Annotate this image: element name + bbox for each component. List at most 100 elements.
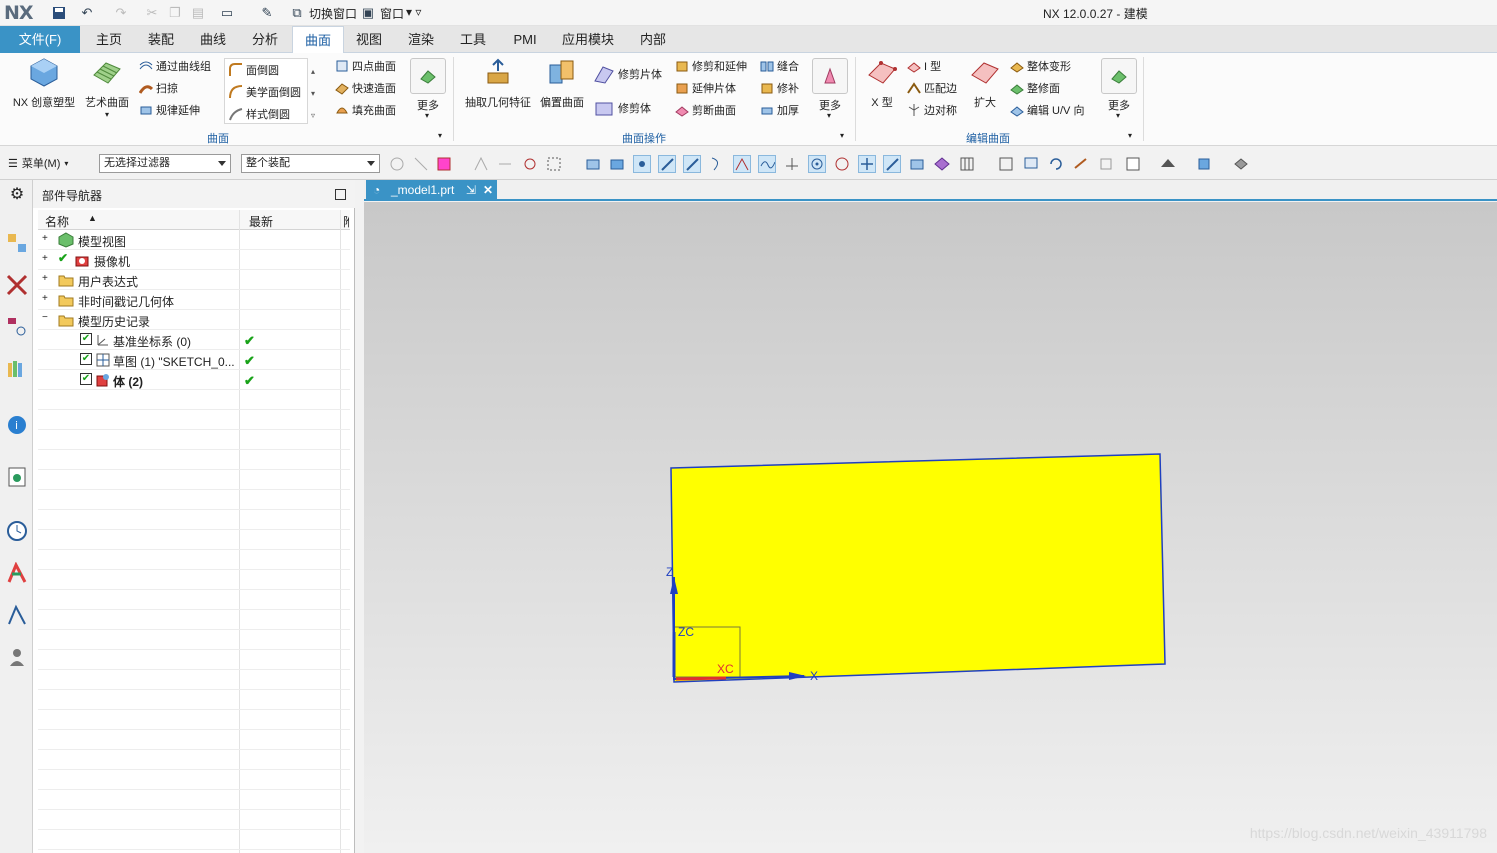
tree-item-body[interactable]: ✔ 体 (2) ✔ <box>38 370 350 390</box>
trim-sheet-button[interactable]: 修剪片体 <box>593 63 662 85</box>
thicken-button[interactable]: 加厚 <box>760 102 799 118</box>
patch-button[interactable]: 修补 <box>760 80 799 96</box>
surface-ops-more-button[interactable] <box>812 58 848 94</box>
maximize-icon[interactable] <box>335 189 346 200</box>
history-icon[interactable] <box>6 520 28 542</box>
expand-icon[interactable]: + <box>42 293 48 304</box>
tree-item-datum-csys[interactable]: ✔ 基准坐标系 (0) ✔ <box>38 330 350 350</box>
orient-view-icon[interactable] <box>1159 155 1177 173</box>
law-extension-button[interactable]: 规律延伸 <box>139 102 200 118</box>
tab-assembly[interactable]: 装配 <box>138 26 184 53</box>
refit-face-button[interactable]: 整修面 <box>1010 80 1060 96</box>
tree-item-user-expressions[interactable]: + 用户表达式 <box>38 270 350 290</box>
edit-uv-button[interactable]: 编辑 U/V 向 <box>1010 102 1084 118</box>
fill-surface-button[interactable]: 填充曲面 <box>335 102 396 118</box>
aesthetic-blend-button[interactable]: 美学面倒圆 <box>229 84 301 100</box>
tab-view[interactable]: 视图 <box>346 26 392 53</box>
trim-extend-button[interactable]: 修剪和延伸 <box>675 58 747 74</box>
system-materials-icon[interactable] <box>6 562 28 584</box>
tab-application[interactable]: 应用模块 <box>554 26 622 53</box>
more-dropdown-icon[interactable]: ▾ <box>1116 111 1120 120</box>
rapid-surfacing-button[interactable]: 快速造面 <box>335 80 396 96</box>
extract-geometry-button[interactable]: 抽取几何特征 <box>462 57 534 110</box>
column-latest-header[interactable]: 最新 <box>249 213 273 230</box>
select-feature-icon[interactable] <box>412 155 430 173</box>
tab-render[interactable]: 渲染 <box>398 26 444 53</box>
graphics-window[interactable]: Z ZC XC X <box>364 202 1497 853</box>
select-edge-icon[interactable] <box>496 155 514 173</box>
file-menu-button[interactable]: 文件(F) <box>0 26 80 53</box>
sort-ascending-icon[interactable]: ▲ <box>88 213 97 223</box>
snap-on-curve-icon[interactable] <box>883 155 901 173</box>
edge-symmetry-button[interactable]: 边对称 <box>907 102 957 118</box>
edit-section-icon[interactable] <box>1196 155 1214 173</box>
offset-surface-button[interactable]: 偏置曲面 <box>536 57 588 110</box>
column-name-header[interactable]: 名称 <box>45 213 69 230</box>
sew-button[interactable]: 缝合 <box>760 58 799 74</box>
selection-scope-select[interactable]: 整个装配 <box>241 154 380 173</box>
snap-mid-icon[interactable] <box>683 155 701 173</box>
snap-icon[interactable] <box>388 155 406 173</box>
i-form-button[interactable]: I 型 <box>907 58 941 74</box>
close-icon[interactable]: ✕ <box>483 180 493 201</box>
sheet-body[interactable] <box>670 453 1166 683</box>
web-browser-icon[interactable] <box>6 466 28 488</box>
snap-intersection-icon[interactable] <box>733 155 751 173</box>
group-expand-icon[interactable]: ▾ <box>438 131 442 140</box>
assembly-navigator-icon[interactable] <box>6 232 28 254</box>
tab-analysis[interactable]: 分析 <box>242 26 288 53</box>
snap-end-icon[interactable] <box>658 155 676 173</box>
menu-button[interactable]: ☰ 菜单(M) ▾ <box>8 155 68 171</box>
snap-on-face-icon[interactable] <box>908 155 926 173</box>
tab-internal[interactable]: 内部 <box>630 26 676 53</box>
snap-bounded-icon[interactable] <box>933 155 951 173</box>
x-form-button[interactable]: X 型 <box>862 57 902 110</box>
tab-pmi[interactable]: PMI <box>502 26 548 53</box>
expand-icon[interactable]: + <box>42 273 48 284</box>
tree-item-sketch[interactable]: ✔ 草图 (1) "SKETCH_0... ✔ <box>38 350 350 370</box>
snap-point-icon[interactable] <box>633 155 651 173</box>
snap-grid-icon[interactable] <box>958 155 976 173</box>
visibility-checkbox[interactable]: ✔ <box>80 333 92 345</box>
switch-window-button[interactable]: 切换窗口 <box>309 5 357 22</box>
view-fit-icon[interactable] <box>997 155 1015 173</box>
tree-item-cameras[interactable]: + ✔ 摄像机 <box>38 250 350 270</box>
visibility-checkbox[interactable]: ✔ <box>80 373 92 385</box>
roles-icon[interactable] <box>6 646 28 668</box>
tree-item-model-history[interactable]: − 模型历史记录 <box>38 310 350 330</box>
select-solid-icon[interactable] <box>584 155 602 173</box>
snap-control-icon[interactable] <box>708 155 726 173</box>
perspective-icon[interactable] <box>1097 155 1115 173</box>
tree-item-timeless-geometry[interactable]: + 非时间戳记几何体 <box>38 290 350 310</box>
styled-blend-button[interactable]: 样式倒圆 <box>229 106 290 122</box>
snap-existing-icon[interactable] <box>858 155 876 173</box>
snap-tangent-icon[interactable] <box>783 155 801 173</box>
gear-icon[interactable]: ⚙ <box>6 184 28 206</box>
window-menu-button[interactable]: 窗口 <box>380 5 404 22</box>
group-expand-icon[interactable]: ▾ <box>1128 131 1132 140</box>
face-blend-button[interactable]: 面倒圆 <box>229 62 279 78</box>
window-icon[interactable]: ▣ <box>359 4 377 22</box>
touch-mode-icon[interactable]: ✎ <box>258 4 276 22</box>
expand-icon[interactable]: + <box>42 233 48 244</box>
save-icon[interactable] <box>50 4 68 22</box>
render-style-icon[interactable] <box>1124 155 1142 173</box>
reuse-library-icon[interactable] <box>6 358 28 380</box>
more-dropdown-icon[interactable]: ▾ <box>425 111 429 120</box>
cut-icon[interactable]: ✂ <box>143 4 161 22</box>
rectangle-select-icon[interactable] <box>545 155 563 173</box>
column-extra-header[interactable]: 附 <box>343 213 349 230</box>
select-body-icon[interactable] <box>472 155 490 173</box>
through-curves-button[interactable]: 通过曲线组 <box>139 58 211 74</box>
select-sheet-icon[interactable] <box>608 155 626 173</box>
redo-icon[interactable]: ↷ <box>112 4 130 22</box>
zoom-icon[interactable] <box>1022 155 1040 173</box>
gallery-scroll-icon[interactable]: ▴ ▾ ▿ <box>311 61 315 127</box>
match-edge-button[interactable]: 匹配边 <box>907 80 957 96</box>
undo-icon[interactable]: ↶ <box>78 4 96 22</box>
tab-surface[interactable]: 曲面 <box>292 26 344 54</box>
group-expand-icon[interactable]: ▾ <box>840 131 844 140</box>
sweep-button[interactable]: 扫掠 <box>139 80 178 96</box>
global-shaping-button[interactable]: 整体变形 <box>1010 58 1071 74</box>
tree-item-model-views[interactable]: + 模型视图 <box>38 230 350 250</box>
